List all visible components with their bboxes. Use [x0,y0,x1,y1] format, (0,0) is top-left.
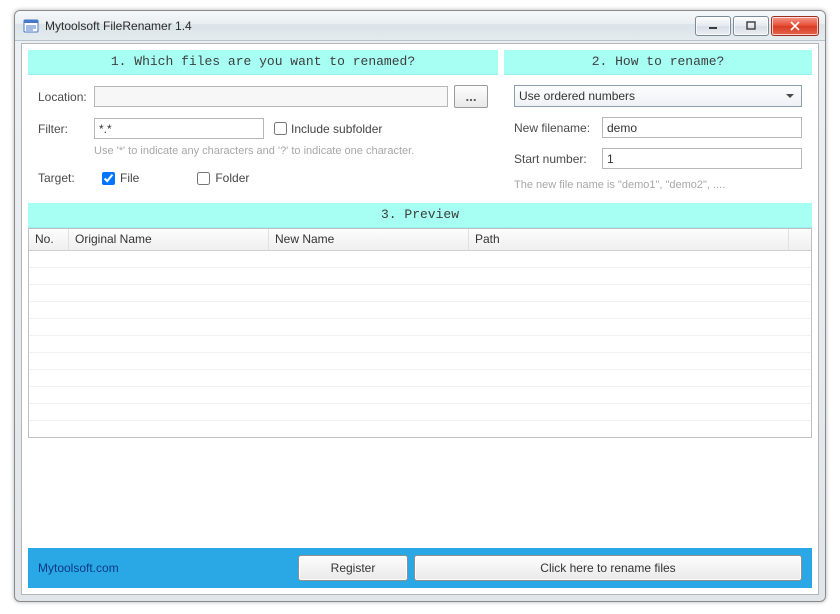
table-row [29,387,811,404]
target-label: Target: [38,171,94,185]
rename-button[interactable]: Click here to rename files [414,555,802,581]
col-newname[interactable]: New Name [269,229,469,250]
filter-label: Filter: [38,122,94,136]
start-number-input[interactable] [602,148,802,169]
include-subfolder-label: Include subfolder [291,122,382,136]
grid-header: No. Original Name New Name Path [29,229,811,251]
table-row [29,285,811,302]
browse-button[interactable]: ... [454,85,488,108]
close-button[interactable] [771,16,819,36]
target-file-label: File [120,171,139,185]
register-button[interactable]: Register [298,555,408,581]
table-row [29,353,811,370]
grid-rows [29,251,811,438]
include-subfolder-checkbox[interactable]: Include subfolder [274,122,382,136]
filter-input[interactable] [94,118,264,139]
window-title: Mytoolsoft FileRenamer 1.4 [45,19,192,33]
rename-method-select[interactable]: Use ordered numbers [514,85,802,107]
new-filename-input[interactable] [602,117,802,138]
table-row [29,404,811,421]
location-label: Location: [38,90,94,104]
brand-link[interactable]: Mytoolsoft.com [38,561,298,575]
client-area: 1. Which files are you want to renamed? … [21,43,819,595]
table-row [29,302,811,319]
col-original[interactable]: Original Name [69,229,269,250]
panel-how-to-rename: 2. How to rename? Use ordered numbers Ne… [504,50,812,197]
app-window: Mytoolsoft FileRenamer 1.4 1. Which file… [14,10,826,602]
target-folder-label: Folder [215,171,249,185]
titlebar: Mytoolsoft FileRenamer 1.4 [15,11,825,41]
preview-grid: No. Original Name New Name Path [28,228,812,438]
col-tail [789,229,811,250]
table-row [29,268,811,285]
rename-hint: The new file name is "demo1", "demo2", .… [514,179,802,191]
table-row [29,336,811,353]
filter-hint: Use '*' to indicate any characters and '… [94,145,488,157]
target-folder-checkbox[interactable]: Folder [197,171,249,185]
location-input[interactable] [94,86,448,107]
table-row [29,421,811,438]
start-number-label: Start number: [514,152,602,166]
footer: Mytoolsoft.com Register Click here to re… [28,548,812,588]
preview-header: 3. Preview [28,203,812,228]
section2-header: 2. How to rename? [504,50,812,75]
app-icon [23,18,39,34]
table-row [29,251,811,268]
panel-which-files: 1. Which files are you want to renamed? … [28,50,498,197]
minimize-button[interactable] [695,16,731,36]
maximize-button[interactable] [733,16,769,36]
section1-header: 1. Which files are you want to renamed? [28,50,498,75]
target-file-checkbox[interactable]: File [102,171,139,185]
new-filename-label: New filename: [514,121,602,135]
table-row [29,370,811,387]
col-path[interactable]: Path [469,229,789,250]
col-no[interactable]: No. [29,229,69,250]
table-row [29,319,811,336]
panel-preview: 3. Preview No. Original Name New Name Pa… [22,197,818,444]
